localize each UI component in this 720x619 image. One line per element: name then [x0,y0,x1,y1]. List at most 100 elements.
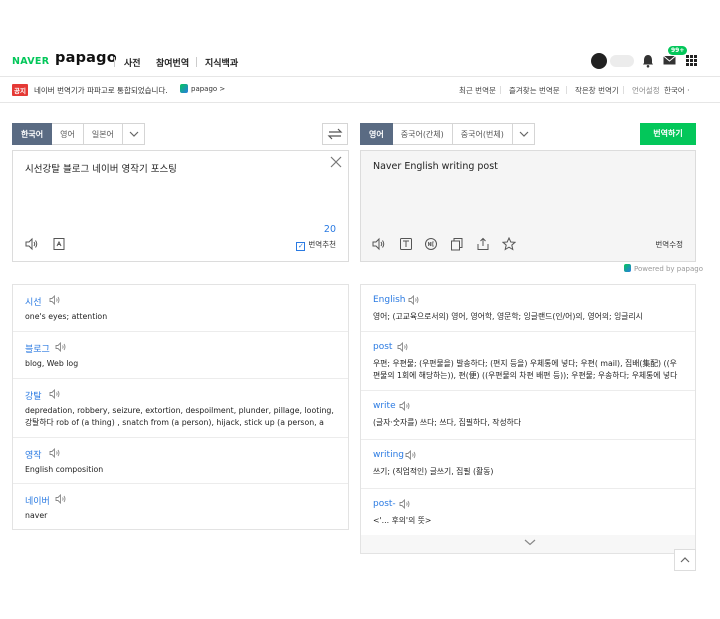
chevron-down-icon [129,131,139,137]
dictionary-word[interactable]: post- [373,499,396,509]
list-item: 영작 English composition [13,438,348,484]
speaker-icon[interactable] [49,295,61,305]
chevron-up-icon [680,557,690,563]
dictionary-word[interactable]: writing [373,450,404,460]
dictionary-word[interactable]: English [373,295,406,305]
translation-recommend[interactable]: ✓ 번역추천 [296,239,336,251]
favorite-translations-link[interactable]: 즐겨찾는 번역문 [509,85,560,96]
speaker-icon[interactable] [397,342,409,352]
recent-translations-link[interactable]: 최근 번역문 [459,85,496,96]
papago-mini-icon [180,84,188,93]
dictionary-word[interactable]: 영작 [25,448,42,461]
top-bar: NAVER papago 사전 참여번역 지식백과 99+ [0,44,720,77]
pronunciation-icon[interactable] [399,237,413,251]
list-item: 네이버 naver [13,484,348,530]
source-language-tabs: 한국어 영어 일본어 [12,123,145,145]
speaker-icon[interactable] [55,342,67,352]
chevron-down-icon [519,131,529,137]
target-language-tabs: 영어 중국어(간체) 중국어(번체) [360,123,535,145]
handwriting-icon[interactable] [52,237,66,251]
speaker-icon[interactable] [408,295,420,305]
mini-translator-link[interactable]: 작은창 번역기 [575,85,619,96]
list-item: 블로그 blog, Web log [13,332,348,379]
dictionary-meaning: (글자·숫자를) 쓰다; 쓰다, 집필하다, 작성하다 [373,418,522,427]
dictionary-meaning: 영어; (고교육으로서의) 영어, 영어학, 영문학; 잉글랜드(인/어)의, … [373,312,643,321]
papago-mini-icon [624,264,631,272]
divider [566,86,567,94]
source-text-input[interactable]: 시선강탈 블로그 네이버 영작기 포스팅 [25,161,177,175]
dictionary-word[interactable]: write [373,401,396,411]
share-icon[interactable] [476,237,490,251]
speaker-icon[interactable] [49,448,61,458]
mail-icon[interactable] [663,54,676,65]
divider [623,86,624,94]
speaker-icon[interactable] [49,389,61,399]
nav-participate-translation[interactable]: 참여번역 [156,56,189,69]
translate-button[interactable]: 번역하기 [640,123,696,145]
nav-knowledge-encyclopedia[interactable]: 지식백과 [205,56,238,69]
avatar[interactable] [591,53,607,69]
source-dictionary-list: 시선 one's eyes; attention 블로그 blog, Web l… [12,284,349,530]
honorific-icon[interactable] [424,237,438,251]
speaker-icon[interactable] [399,401,411,411]
dictionary-word[interactable]: 네이버 [25,494,50,507]
swap-languages-button[interactable] [322,123,348,145]
notice-badge: 공지 [12,84,28,96]
checkbox-icon[interactable]: ✓ [296,242,306,251]
list-item: post 우편; 우편물; (우편물을) 발송하다; (편지 등을) 우체통에 … [361,332,695,391]
target-text-panel: Naver English writing post 번역수정 [360,150,696,262]
swap-icon [327,128,343,140]
dictionary-word[interactable]: 시선 [25,295,42,308]
language-setting-select[interactable]: 한국어 · [664,85,689,96]
translated-text: Naver English writing post [373,161,498,172]
star-icon[interactable] [502,237,516,251]
tab-chinese-traditional[interactable]: 중국어(번체) [452,123,513,145]
target-language-dropdown[interactable] [512,123,535,145]
tab-korean[interactable]: 한국어 [12,123,53,145]
notice-bar: 공지 네이버 번역기가 파파고로 통합되었습니다. papago > 최근 번역… [0,77,720,103]
copy-icon[interactable] [450,237,464,251]
expand-more-bar[interactable] [361,535,695,553]
papago-link[interactable]: papago > [180,84,225,93]
dictionary-meaning: naver [25,511,48,520]
tab-japanese[interactable]: 일본어 [83,123,123,145]
bell-icon[interactable] [642,54,654,68]
papago-logo[interactable]: papago [55,50,117,66]
scroll-to-top-button[interactable] [674,549,696,571]
dictionary-word[interactable]: post [373,342,392,352]
list-item: post- <'... 후의'의 뜻> [361,489,695,537]
target-dictionary-list: English 영어; (고교육으로서의) 영어, 영어학, 영문학; 잉글랜드… [360,284,696,554]
speaker-icon[interactable] [372,237,386,251]
tab-english[interactable]: 영어 [52,123,84,145]
tab-chinese-simplified[interactable]: 중국어(간체) [392,123,453,145]
edit-translation-button[interactable]: 번역수정 [655,239,683,250]
nav-dictionary[interactable]: 사전 [124,56,141,69]
divider [196,57,197,67]
dictionary-meaning: 쓰기; (직업적인) 글쓰기, 집필 (활동) [373,467,494,476]
tab-english-target[interactable]: 영어 [360,123,393,145]
dictionary-meaning: 우편; 우편물; (우편물을) 발송하다; (편지 등을) 우체통에 넣다; 우… [373,359,678,380]
user-name-blurred[interactable] [610,55,634,67]
dictionary-word[interactable]: 블로그 [25,342,50,355]
list-item: 시선 one's eyes; attention [13,285,348,332]
naver-logo[interactable]: NAVER [12,56,49,67]
apps-grid-icon[interactable] [686,55,697,66]
speaker-icon[interactable] [25,237,39,251]
dictionary-meaning: blog, Web log [25,359,79,368]
source-text-panel[interactable]: 시선강탈 블로그 네이버 영작기 포스팅 20 ✓ 번역추천 [12,150,349,262]
dictionary-word[interactable]: 강탈 [25,389,42,402]
source-language-dropdown[interactable] [122,123,145,145]
list-item: write (글자·숫자를) 쓰다; 쓰다, 집필하다, 작성하다 [361,391,695,440]
dictionary-meaning: one's eyes; attention [25,312,108,321]
dictionary-meaning: <'... 후의'의 뜻> [373,516,432,525]
speaker-icon[interactable] [399,499,411,509]
mail-count-badge: 99+ [668,46,688,55]
speaker-icon[interactable] [55,494,67,504]
notice-text[interactable]: 네이버 번역기가 파파고로 통합되었습니다. [34,85,168,96]
speaker-icon[interactable] [405,450,417,460]
clear-text-icon[interactable] [330,156,342,168]
language-setting-label: 언어설정 [632,86,660,95]
divider [114,57,115,67]
dictionary-meaning: depredation, robbery, seizure, extortion… [25,406,334,427]
chevron-down-icon[interactable] [523,537,537,547]
